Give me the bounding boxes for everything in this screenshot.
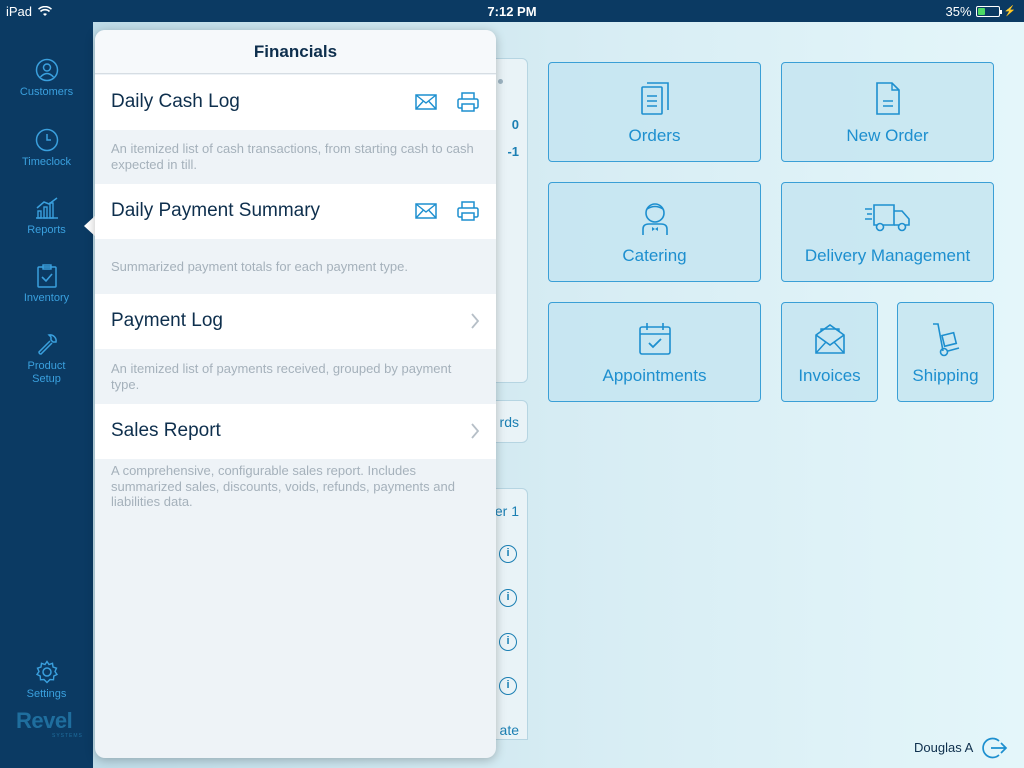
sidebar-item-reports[interactable]: Reports (0, 196, 93, 237)
revel-logo: Revel (16, 708, 73, 733)
user-name: Douglas A (914, 740, 974, 755)
envelope-icon (814, 324, 845, 354)
sidebar-item-inventory[interactable]: Inventory (0, 264, 93, 305)
financials-popover: Financials Daily Cash Log An itemized li… (95, 30, 496, 758)
tile-invoices[interactable]: Invoices (781, 302, 878, 402)
tile-label: Orders (628, 126, 681, 145)
report-title: Daily Payment Summary (111, 200, 321, 221)
status-bar: iPad 7:12 PM 35% ⚡ (0, 0, 1024, 22)
battery-icon (975, 6, 1002, 17)
report-description: Summarized payment totals for each payme… (111, 259, 408, 274)
sidebar-item-product-setup[interactable]: Product Setup (0, 332, 93, 386)
chevron-right-icon (471, 313, 480, 329)
report-title: Sales Report (111, 420, 221, 441)
revel-logo-subtitle: SYSTEMS (52, 733, 83, 739)
sidebar-item-label: Inventory (23, 292, 70, 304)
report-row-sales-report[interactable]: Sales Report (95, 404, 496, 459)
tile-label: Shipping (912, 366, 979, 385)
report-description: A comprehensive, configurable sales repo… (111, 463, 455, 509)
tile-catering[interactable]: Catering (548, 182, 761, 282)
tile-label: Delivery Management (804, 246, 971, 265)
charging-bolt-icon: ⚡ (1003, 6, 1016, 17)
tile-label: Invoices (798, 366, 861, 385)
wrench-icon (37, 334, 57, 355)
calendar-check-icon (638, 323, 671, 355)
hand-truck-icon (932, 323, 959, 357)
tile-shipping[interactable]: Shipping (897, 302, 994, 402)
tile-label: New Order (846, 126, 929, 145)
report-description: An itemized list of payments received, g… (111, 361, 452, 392)
new-order-document-icon (875, 82, 900, 115)
battery-percent: 35% (945, 4, 972, 19)
report-row-daily-payment-summary[interactable]: Daily Payment Summary (95, 184, 496, 239)
tile-label: Catering (622, 246, 687, 265)
gear-icon (35, 660, 58, 684)
sidebar-item-label: Reports (27, 224, 66, 236)
report-description: An itemized list of cash transactions, f… (111, 141, 474, 172)
summary-value: -1 (507, 144, 519, 159)
info-icon[interactable]: i (499, 633, 517, 651)
tile-appointments[interactable]: Appointments (548, 302, 761, 402)
sidebar-item-settings[interactable]: Settings (0, 660, 93, 701)
email-icon[interactable] (415, 91, 437, 113)
report-title: Payment Log (111, 310, 223, 331)
popover-title: Financials (95, 30, 496, 74)
status-time: 7:12 PM (487, 4, 537, 19)
tile-new-order[interactable]: New Order (781, 62, 994, 162)
sidebar-item-label: Customers (19, 86, 74, 98)
info-icon[interactable]: i (499, 677, 517, 695)
person-circle-icon (35, 58, 58, 82)
orders-document-icon (640, 82, 669, 115)
background-list-header: er 1 (494, 503, 519, 519)
sidebar-item-timeclock[interactable]: Timeclock (0, 128, 93, 169)
background-card-label: rds (499, 414, 519, 430)
print-icon[interactable] (457, 200, 479, 222)
logout-icon[interactable] (982, 736, 1008, 760)
email-icon[interactable] (415, 200, 437, 222)
report-title: Daily Cash Log (111, 91, 240, 112)
delivery-truck-icon (864, 204, 910, 232)
info-icon[interactable]: i (499, 589, 517, 607)
sidebar: Customers Timeclock Reports Inventory Pr… (0, 22, 93, 768)
clipboard-check-icon (36, 264, 57, 288)
report-row-payment-log[interactable]: Payment Log (95, 294, 496, 349)
report-row-daily-cash-log[interactable]: Daily Cash Log (95, 75, 496, 130)
sidebar-item-label: Product Setup (27, 360, 66, 385)
tile-delivery-management[interactable]: Delivery Management (781, 182, 994, 282)
bar-chart-icon (35, 197, 58, 219)
dot-indicator (498, 79, 503, 84)
print-icon[interactable] (457, 91, 479, 113)
sidebar-item-label: Timeclock (21, 156, 72, 168)
summary-value: 0 (511, 117, 519, 132)
background-list-footer: ate (499, 722, 519, 738)
tile-orders[interactable]: Orders (548, 62, 761, 162)
chef-icon (641, 203, 668, 235)
sidebar-item-customers[interactable]: Customers (0, 58, 93, 99)
tile-label: Appointments (602, 366, 707, 385)
sidebar-item-label: Settings (26, 688, 67, 700)
chevron-right-icon (471, 423, 480, 439)
info-icon[interactable]: i (499, 545, 517, 563)
clock-icon (35, 128, 58, 152)
